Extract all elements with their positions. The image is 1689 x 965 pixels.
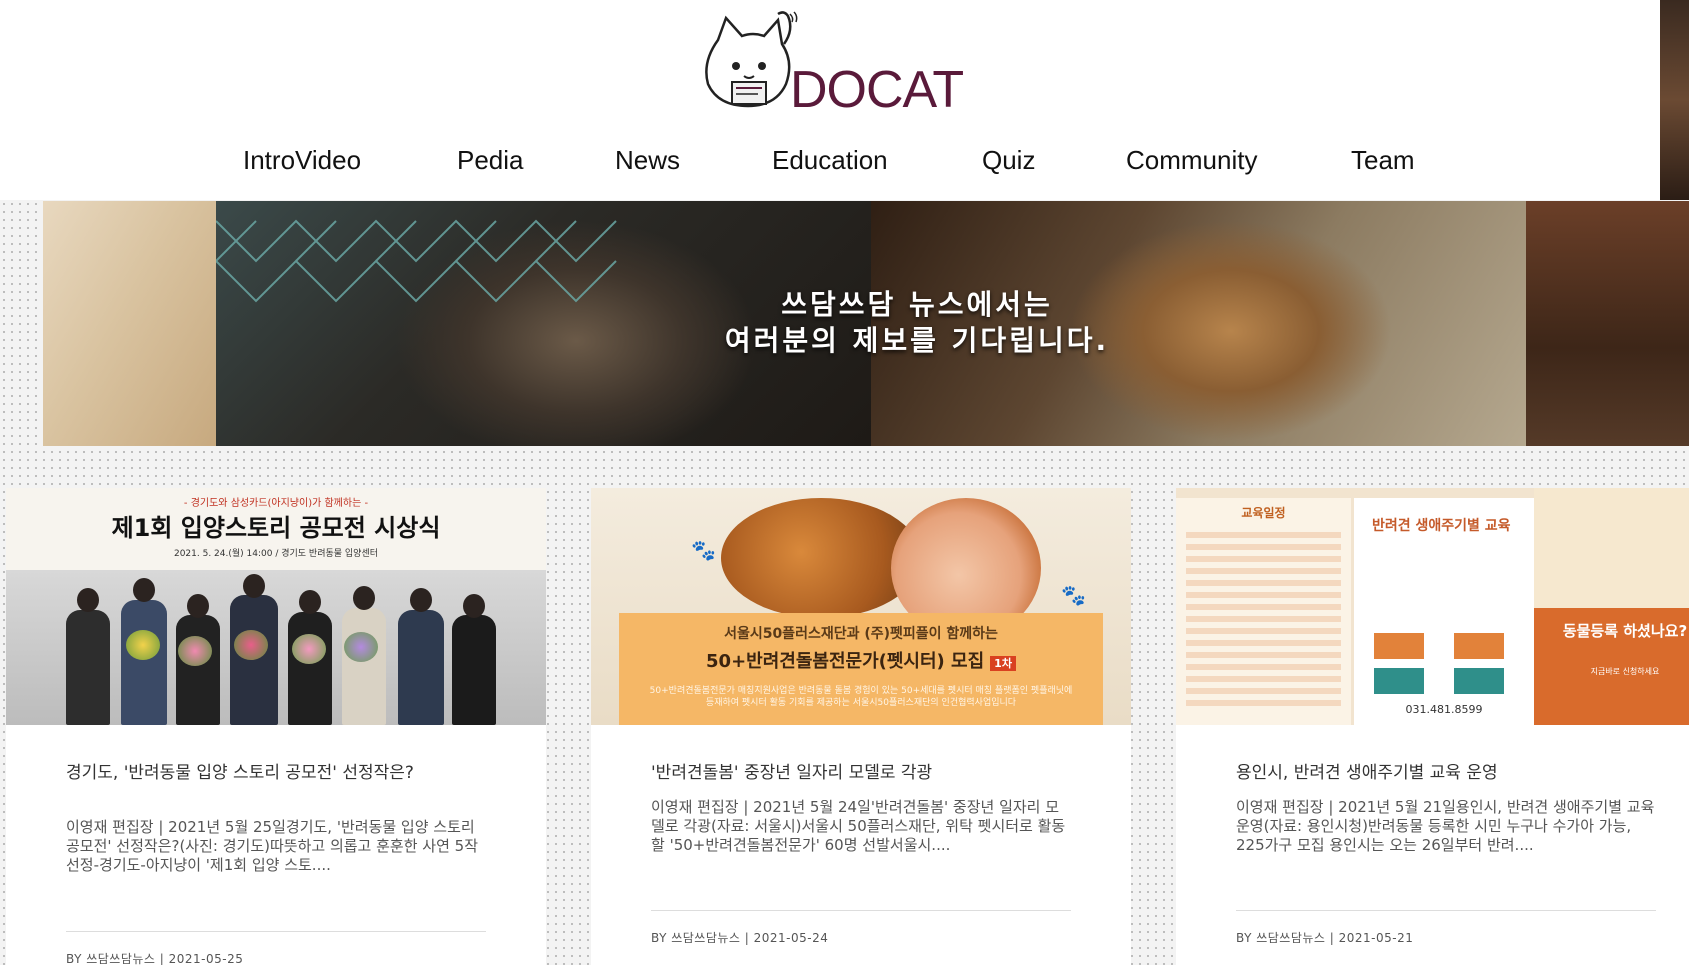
thumbnail-photo <box>6 570 546 725</box>
card-meta: BY 쓰담쓰담뉴스 | 2021-05-25 <box>66 952 244 965</box>
background-photo-edge <box>1660 0 1689 200</box>
logo-wordmark: DOCAT <box>790 61 964 119</box>
card-title[interactable]: 경기도, '반려동물 입양 스토리 공모전' 선정작은? <box>66 762 486 785</box>
thumbnail-title: 제1회 입양스토리 공모전 시상식 <box>111 514 441 542</box>
thumbnail-info: 반려견 생애주기별 교육 031.481.8599 <box>1354 498 1534 725</box>
card-divider <box>651 910 1071 911</box>
card-thumbnail[interactable]: - 경기도와 삼성카드(아지냥이)가 함께하는 - 제1회 입양스토리 공모전 … <box>6 488 546 725</box>
news-card[interactable]: 교육일정 반려견 생애주기별 교육 031.481.8599 동물등록 하셨나요… <box>1176 488 1689 965</box>
thumbnail-registration-box: 동물등록 하셨나요? 지금바로 신청하세요 <box>1534 608 1689 725</box>
nav-item-community[interactable]: Community <box>1126 145 1257 176</box>
site-logo[interactable]: DOCAT <box>698 10 968 119</box>
paw-icon: 🐾 <box>691 538 716 562</box>
thumbnail-headline: 50+반려견돌봄전문가(펫시터) 모집 <box>706 651 985 672</box>
banner-line-1: 쓰담쓰담 뉴스에서는 <box>781 288 1053 321</box>
thumbnail-date: 2021. 5. 24.(월) 14:00 / 경기도 반려동물 입양센터 <box>173 549 379 559</box>
thumbnail-schedule: 교육일정 <box>1176 498 1351 725</box>
nav-item-pedia[interactable]: Pedia <box>457 145 524 176</box>
banner-line-2: 여러분의 제보를 기다립니다. <box>724 324 1110 357</box>
thumbnail-banner: - 경기도와 삼성카드(아지냥이)가 함께하는 - 제1회 입양스토리 공모전 … <box>6 488 546 570</box>
main-nav: IntroVideo Pedia News Education Quiz Com… <box>0 145 1600 185</box>
hero-banner[interactable]: 쓰담쓰담 뉴스에서는 여러분의 제보를 기다립니다. <box>43 201 1689 446</box>
card-title[interactable]: '반려견돌봄' 중장년 일자리 모델로 각광 <box>651 762 1071 785</box>
card-title[interactable]: 용인시, 반려견 생애주기별 교육 운영 <box>1236 762 1656 785</box>
news-card[interactable]: - 경기도와 삼성카드(아지냥이)가 함께하는 - 제1회 입양스토리 공모전 … <box>6 488 546 965</box>
card-excerpt: 이영재 편집장 | 2021년 5월 25일경기도, '반려동물 입양 스토리 … <box>66 818 478 874</box>
card-thumbnail[interactable]: 🐾 🐾 서울시50플러스재단과 (주)펫피플이 함께하는 50+반려견돌봄전문가… <box>591 488 1131 725</box>
site-header: DOCAT IntroVideo Pedia News Education Qu… <box>0 0 1660 200</box>
news-card[interactable]: 🐾 🐾 서울시50플러스재단과 (주)펫피플이 함께하는 50+반려견돌봄전문가… <box>591 488 1131 965</box>
cat-logo-icon <box>705 11 798 108</box>
nav-item-quiz[interactable]: Quiz <box>982 145 1035 176</box>
registration-subtitle: 지금바로 신청하세요 <box>1590 667 1660 676</box>
info-title: 반려견 생애주기별 교육 <box>1372 518 1511 534</box>
thumbnail-line-1: 서울시50플러스재단과 (주)펫피플이 함께하는 <box>724 626 998 642</box>
schedule-title: 교육일정 <box>1241 506 1286 520</box>
card-excerpt: 이영재 편집장 | 2021년 5월 21일용인시, 반려견 생애주기별 교육 … <box>1236 798 1655 854</box>
nav-item-education[interactable]: Education <box>772 145 888 176</box>
paw-icon: 🐾 <box>1061 583 1086 607</box>
nav-item-team[interactable]: Team <box>1351 145 1415 176</box>
banner-caption: 쓰담쓰담 뉴스에서는 여러분의 제보를 기다립니다. <box>43 287 1689 359</box>
thumbnail-line-2: 50+반려견돌봄전문가(펫시터) 모집 1차 <box>619 647 1103 673</box>
card-excerpt: 이영재 편집장 | 2021년 5월 24일'반려견돌봄' 중장년 일자리 모델… <box>651 798 1066 854</box>
nav-item-introvideo[interactable]: IntroVideo <box>243 145 361 176</box>
card-meta: BY 쓰담쓰담뉴스 | 2021-05-24 <box>651 931 829 945</box>
round-badge: 1차 <box>990 656 1016 671</box>
nav-item-news[interactable]: News <box>615 145 680 176</box>
card-divider <box>1236 910 1656 911</box>
card-meta: BY 쓰담쓰담뉴스 | 2021-05-21 <box>1236 931 1414 945</box>
card-divider <box>66 931 486 932</box>
card-thumbnail[interactable]: 교육일정 반려견 생애주기별 교육 031.481.8599 동물등록 하셨나요… <box>1176 488 1689 725</box>
thumbnail-line-3: 50+반려견돌봄전문가 매칭지원사업은 반려동물 돌봄 경험이 있는 50+세대… <box>649 686 1073 708</box>
registration-title: 동물등록 하셨나요? <box>1562 622 1688 640</box>
info-phone: 031.481.8599 <box>1405 703 1483 716</box>
thumbnail-notice-box: 서울시50플러스재단과 (주)펫피플이 함께하는 50+반려견돌봄전문가(펫시터… <box>619 613 1103 725</box>
thumbnail-subtitle: - 경기도와 삼성카드(아지냥이)가 함께하는 - <box>183 498 369 509</box>
